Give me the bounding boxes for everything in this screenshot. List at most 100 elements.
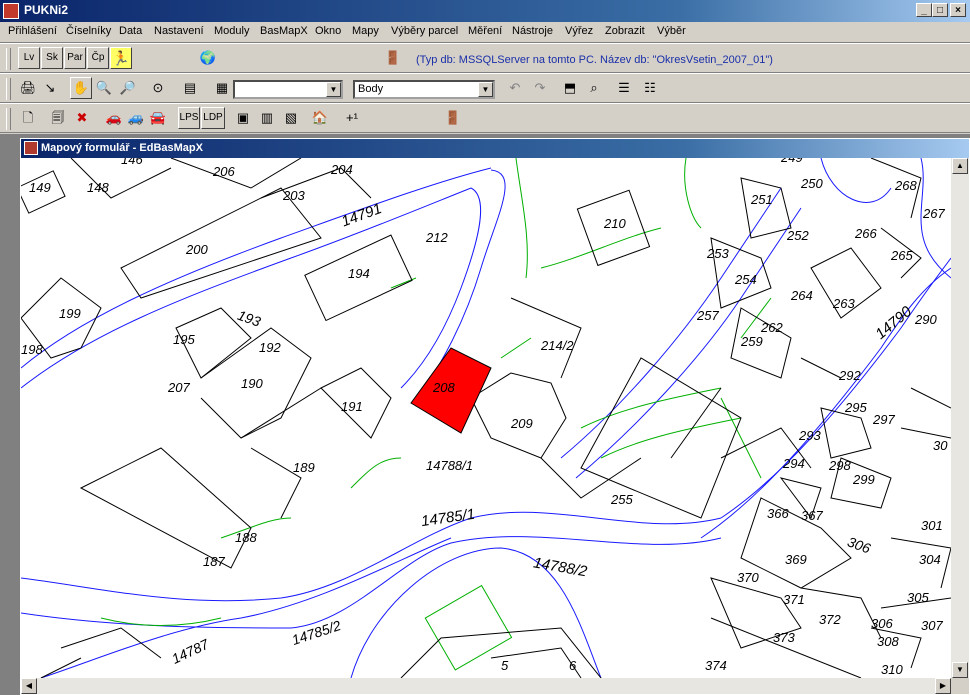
menu-prihlaseni[interactable]: Přihlášení xyxy=(8,25,57,37)
new-document-icon[interactable]: 🗋 xyxy=(18,108,38,128)
minimize-button[interactable]: _ xyxy=(916,3,932,17)
globe-icon[interactable]: 🌍 xyxy=(198,48,218,68)
sk-button[interactable]: Sk xyxy=(41,47,63,69)
parcel-label: 200 xyxy=(185,242,208,257)
menu-ciselniky[interactable]: Číselníky xyxy=(66,25,111,37)
menu-data[interactable]: Data xyxy=(119,25,142,37)
toolbar-grip[interactable] xyxy=(6,78,11,100)
map-canvas[interactable]: 149 148 146 206 204 203 14791 212 210 20… xyxy=(21,158,951,678)
menu-zobrazit[interactable]: Zobrazit xyxy=(605,25,645,37)
car-search-icon[interactable]: 🚙 xyxy=(126,108,146,128)
vertical-scrollbar[interactable]: ▲ ▼ xyxy=(951,158,969,678)
car-icon[interactable]: 🚗 xyxy=(104,108,124,128)
parcel-label: 5 xyxy=(501,658,509,673)
zoom-extent-icon[interactable]: ⊙ xyxy=(148,78,168,98)
delete-document-icon[interactable]: 🗐 xyxy=(48,108,68,128)
menu-okno[interactable]: Okno xyxy=(315,25,341,37)
menu-vyber[interactable]: Výběr xyxy=(657,25,686,37)
close-button[interactable]: × xyxy=(950,3,966,17)
layer-settings-icon[interactable]: ▦ xyxy=(212,78,232,98)
menu-nastaveni[interactable]: Nastavení xyxy=(154,25,204,37)
zoom-in-icon[interactable]: 🔍 xyxy=(94,78,114,98)
ldp-button[interactable]: LDP xyxy=(201,107,225,129)
chevron-down-icon[interactable]: ▼ xyxy=(478,82,493,97)
runner-icon[interactable]: 🏃 xyxy=(110,47,132,69)
report-settings-icon[interactable]: ▥ xyxy=(257,108,277,128)
parcel-label: 257 xyxy=(696,308,719,323)
map-window-title-bar[interactable]: Mapový formulář - EdBasMapX xyxy=(21,139,969,158)
layer-combo[interactable]: ▼ xyxy=(233,80,343,99)
parcel-label: 249 xyxy=(780,158,803,165)
parcel-label: 297 xyxy=(872,412,895,427)
exit-door-icon[interactable]: 🚪 xyxy=(383,48,403,68)
parcel-label: 199 xyxy=(59,306,81,321)
parcel-label: 189 xyxy=(293,460,315,475)
report-icon[interactable]: ▣ xyxy=(233,108,253,128)
street-label: 14788/1 xyxy=(426,458,473,473)
parcel-label: 254 xyxy=(734,272,757,287)
stamp-icon[interactable]: ⬒ xyxy=(560,78,580,98)
menu-vybery-parcel[interactable]: Výběry parcel xyxy=(391,25,458,37)
map-window: Mapový formulář - EdBasMapX 149 148 146 … xyxy=(20,138,970,695)
parcel-label: 262 xyxy=(760,320,783,335)
app-icon xyxy=(3,3,19,19)
parcel-label: 146 xyxy=(121,158,143,167)
lps-button[interactable]: LPS xyxy=(178,107,200,129)
parcel-label: 292 xyxy=(838,368,861,383)
layer-icon[interactable]: ▤ xyxy=(180,78,200,98)
pan-hand-icon[interactable]: ✋ xyxy=(70,77,92,99)
parcel-label: 367 xyxy=(801,508,823,523)
street-label: 306 xyxy=(845,533,873,556)
menu-nastroje[interactable]: Nástroje xyxy=(512,25,553,37)
parcel-label: 195 xyxy=(173,332,195,347)
parcel-label: 305 xyxy=(907,590,929,605)
report-export-icon[interactable]: ▧ xyxy=(281,108,301,128)
cadastral-map[interactable]: 149 148 146 206 204 203 14791 212 210 20… xyxy=(21,158,951,678)
menu-moduly[interactable]: Moduly xyxy=(214,25,249,37)
toolbar-map: 🖨 ↘ ✋ 🔍 🔎 ⊙ ▤ ▦ ▼ Body ▼ ↶ ↷ ⬒ ⌕ ☰ ☷ xyxy=(0,73,970,103)
maximize-button[interactable]: □ xyxy=(932,3,948,17)
parcel-label: 306 xyxy=(871,616,893,631)
search-record-icon[interactable]: ⌕ xyxy=(584,78,604,98)
parcel-label: 371 xyxy=(783,592,805,607)
cancel-icon[interactable]: ✖ xyxy=(72,108,92,128)
menu-vyrez[interactable]: Výřez xyxy=(565,25,593,37)
parcel-label: 204 xyxy=(330,162,353,177)
road-boundaries xyxy=(21,158,951,678)
menu-mereni[interactable]: Měření xyxy=(468,25,502,37)
parcel-label: 255 xyxy=(610,492,633,507)
parcel-label: 295 xyxy=(844,400,867,415)
chevron-down-icon[interactable]: ▼ xyxy=(326,82,341,97)
object-type-combo[interactable]: Body ▼ xyxy=(353,80,495,99)
scroll-right-icon[interactable]: ▶ xyxy=(935,678,951,694)
parcel-label: 203 xyxy=(282,188,305,203)
menu-mapy[interactable]: Mapy xyxy=(352,25,379,37)
toolbar-grip[interactable] xyxy=(6,48,11,70)
redo-icon[interactable]: ↷ xyxy=(530,78,550,98)
parcel-labels: 149 148 146 206 204 203 14791 212 210 20… xyxy=(21,158,948,677)
parcel-label: 370 xyxy=(737,570,759,585)
scroll-down-icon[interactable]: ▼ xyxy=(952,662,968,678)
undo-icon[interactable]: ↶ xyxy=(505,78,525,98)
lv-button[interactable]: Lv xyxy=(18,47,40,69)
pointer-icon[interactable]: ↘ xyxy=(40,78,60,98)
house-icon[interactable]: 🏠 xyxy=(310,108,330,128)
list-icon[interactable]: ☰ xyxy=(614,78,634,98)
horizontal-scrollbar[interactable]: ◀ ▶ xyxy=(21,678,951,694)
scroll-left-icon[interactable]: ◀ xyxy=(21,678,37,694)
parcel-label: 214/2 xyxy=(540,338,574,353)
scroll-up-icon[interactable]: ▲ xyxy=(952,158,968,174)
toolbar-grip[interactable] xyxy=(6,108,11,130)
cp-button[interactable]: Čp xyxy=(87,47,109,69)
zoom-out-icon[interactable]: 🔎 xyxy=(118,78,138,98)
print-icon[interactable]: 🖨 xyxy=(18,78,38,98)
plus-one-button[interactable]: +¹ xyxy=(342,108,362,128)
toolbar-records: Lv Sk Par Čp 🏃 🌍 🚪 (Typ db: MSSQLServer … xyxy=(0,43,970,73)
db-info-text: (Typ db: MSSQLServer na tomto PC. Název … xyxy=(416,54,773,66)
menu-basmapx[interactable]: BasMapX xyxy=(260,25,308,37)
car-edit-icon[interactable]: 🚘 xyxy=(148,108,168,128)
exit-door-icon[interactable]: 🚪 xyxy=(443,108,463,128)
list-detail-icon[interactable]: ☷ xyxy=(640,78,660,98)
par-button[interactable]: Par xyxy=(64,47,86,69)
parcel-label: 308 xyxy=(877,634,899,649)
